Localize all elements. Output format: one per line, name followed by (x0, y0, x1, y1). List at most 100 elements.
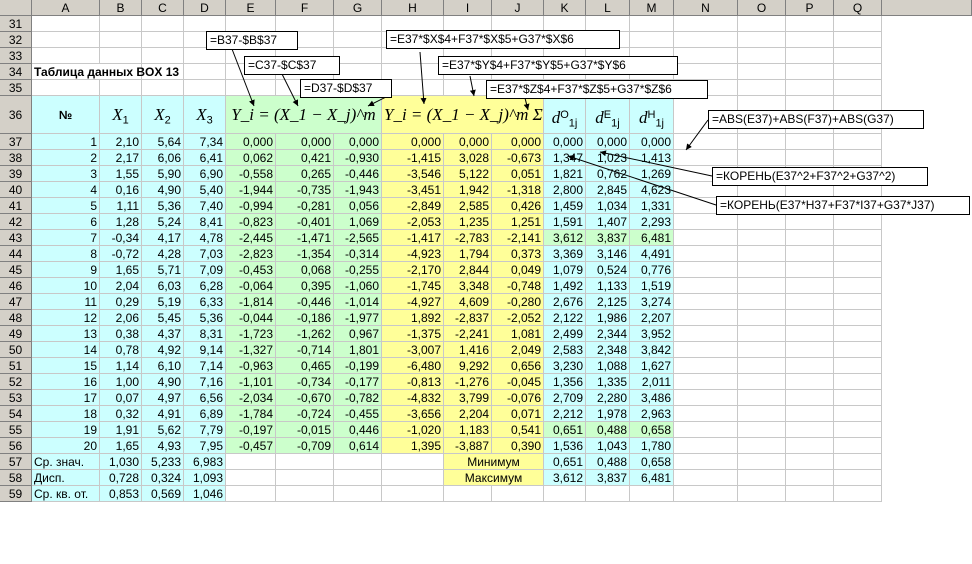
cell-j[interactable]: -2,052 (492, 310, 544, 326)
stat-d-o[interactable]: 3,612 (544, 470, 586, 486)
grid-cell[interactable] (674, 326, 738, 342)
row-header-50[interactable]: 50 (0, 342, 32, 358)
stat-d-o[interactable]: 0,651 (544, 454, 586, 470)
grid-cell[interactable] (786, 134, 834, 150)
grid-cell[interactable] (834, 390, 882, 406)
cell-x3[interactable]: 7,34 (184, 134, 226, 150)
grid-cell[interactable] (834, 422, 882, 438)
cell-n[interactable]: 15 (32, 358, 100, 374)
cell-x1[interactable]: 2,04 (100, 278, 142, 294)
grid-cell[interactable] (786, 32, 834, 48)
grid-cell[interactable] (444, 80, 492, 96)
cell-g[interactable]: -0,177 (334, 374, 382, 390)
cell-l[interactable]: 1,034 (586, 198, 630, 214)
cell-f[interactable]: -0,446 (276, 294, 334, 310)
cell-m[interactable]: 2,207 (630, 310, 674, 326)
cell-n[interactable]: 14 (32, 342, 100, 358)
grid-cell[interactable] (738, 278, 786, 294)
cell-f[interactable]: -0,724 (276, 406, 334, 422)
cell-g[interactable]: -0,930 (334, 150, 382, 166)
row-header-58[interactable]: 58 (0, 470, 32, 486)
cell-h[interactable]: -1,415 (382, 150, 444, 166)
column-header-q[interactable]: Q (834, 0, 882, 16)
grid-cell[interactable] (834, 470, 882, 486)
cell-j[interactable]: 1,251 (492, 214, 544, 230)
cell-k[interactable]: 2,676 (544, 294, 586, 310)
cell-g[interactable]: 0,967 (334, 326, 382, 342)
cell-x2[interactable]: 5,64 (142, 134, 184, 150)
row-header-46[interactable]: 46 (0, 278, 32, 294)
row-header-32[interactable]: 32 (0, 32, 32, 48)
grid-cell[interactable] (834, 48, 882, 64)
cell-f[interactable]: -0,709 (276, 438, 334, 454)
grid-cell[interactable] (786, 390, 834, 406)
cell-f[interactable]: -0,281 (276, 198, 334, 214)
grid-cell[interactable] (674, 438, 738, 454)
grid-cell[interactable] (738, 262, 786, 278)
grid-cell[interactable] (786, 64, 834, 80)
cell-l[interactable]: 1,133 (586, 278, 630, 294)
cell-f[interactable]: 0,265 (276, 166, 334, 182)
grid-cell[interactable] (382, 48, 444, 64)
cell-j[interactable]: 0,390 (492, 438, 544, 454)
grid-cell[interactable] (834, 486, 882, 502)
cell-k[interactable]: 2,499 (544, 326, 586, 342)
grid-cell[interactable] (32, 48, 100, 64)
cell-x3[interactable]: 5,40 (184, 182, 226, 198)
cell-g[interactable]: -0,446 (334, 166, 382, 182)
cell-g[interactable]: -0,782 (334, 390, 382, 406)
cell-m[interactable]: 3,842 (630, 342, 674, 358)
cell-x3[interactable]: 7,16 (184, 374, 226, 390)
row-header-56[interactable]: 56 (0, 438, 32, 454)
cell-j[interactable]: 1,081 (492, 326, 544, 342)
cell-f[interactable]: -1,354 (276, 246, 334, 262)
column-header-g[interactable]: G (334, 0, 382, 16)
cell-n[interactable]: 3 (32, 166, 100, 182)
cell-i[interactable]: -2,241 (444, 326, 492, 342)
grid-cell[interactable] (834, 214, 882, 230)
cell-k[interactable]: 0,651 (544, 422, 586, 438)
column-header-h[interactable]: H (382, 0, 444, 16)
cell-l[interactable]: 3,837 (586, 230, 630, 246)
cell-g[interactable]: 0,614 (334, 438, 382, 454)
grid-cell[interactable] (834, 454, 882, 470)
summary-x1[interactable]: 1,030 (100, 454, 142, 470)
grid-cell[interactable] (100, 48, 142, 64)
cell-x1[interactable]: 1,14 (100, 358, 142, 374)
grid-cell[interactable] (834, 246, 882, 262)
row-header-31[interactable]: 31 (0, 16, 32, 32)
cell-k[interactable]: 2,709 (544, 390, 586, 406)
grid-cell[interactable] (738, 454, 786, 470)
cell-h[interactable]: 1,892 (382, 310, 444, 326)
grid-cell[interactable] (184, 16, 226, 32)
cell-i[interactable]: -2,837 (444, 310, 492, 326)
row-header-36[interactable]: 36 (0, 96, 32, 134)
grid-cell[interactable] (142, 80, 184, 96)
cell-x3[interactable]: 6,41 (184, 150, 226, 166)
cell-j[interactable]: 0,049 (492, 262, 544, 278)
grid-cell[interactable] (334, 48, 382, 64)
cell-k[interactable]: 2,122 (544, 310, 586, 326)
cell-x2[interactable]: 6,06 (142, 150, 184, 166)
grid-cell[interactable] (786, 438, 834, 454)
cell-h[interactable]: -6,480 (382, 358, 444, 374)
cell-i[interactable]: 1,235 (444, 214, 492, 230)
cell-l[interactable]: 0,488 (586, 422, 630, 438)
grid-cell[interactable] (786, 150, 834, 166)
grid-cell[interactable] (382, 64, 444, 80)
cell-e[interactable]: -0,044 (226, 310, 276, 326)
grid-cell[interactable] (786, 48, 834, 64)
cell-x2[interactable]: 5,90 (142, 166, 184, 182)
grid-cell[interactable] (786, 454, 834, 470)
stat-d-e[interactable]: 3,837 (586, 470, 630, 486)
cell-x3[interactable]: 7,40 (184, 198, 226, 214)
cell-l[interactable]: 2,344 (586, 326, 630, 342)
cell-e[interactable]: -1,327 (226, 342, 276, 358)
grid-cell[interactable] (184, 48, 226, 64)
grid-cell[interactable] (834, 32, 882, 48)
row-header-33[interactable]: 33 (0, 48, 32, 64)
grid-cell[interactable] (276, 454, 334, 470)
cell-g[interactable]: -1,943 (334, 182, 382, 198)
cell-f[interactable]: -0,734 (276, 374, 334, 390)
cell-g[interactable]: 0,446 (334, 422, 382, 438)
